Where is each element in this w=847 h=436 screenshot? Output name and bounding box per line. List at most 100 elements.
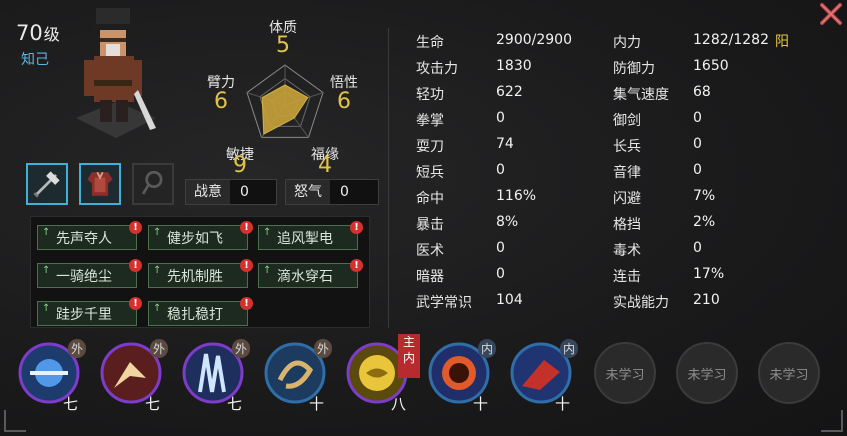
skill-level: 十 bbox=[472, 395, 488, 413]
attr-key: 音律 bbox=[613, 165, 641, 181]
attr-key: 连击 bbox=[613, 269, 641, 285]
relation-status: 知己 bbox=[21, 52, 49, 68]
accessory-icon bbox=[141, 170, 163, 195]
talent-item[interactable]: ↑ 一骑绝尘! bbox=[37, 259, 142, 288]
talent-item[interactable]: ↑ 追风掣电! bbox=[258, 221, 363, 250]
skill-type-tag: 外 bbox=[67, 339, 86, 358]
close-icon[interactable] bbox=[819, 2, 843, 26]
attr-value: 0 bbox=[496, 266, 505, 282]
accessory-slot[interactable] bbox=[132, 163, 174, 205]
alert-icon: ! bbox=[350, 221, 363, 234]
attr-key: 实战能力 bbox=[613, 295, 669, 311]
attr-key: 轻功 bbox=[416, 87, 444, 103]
attr-key: 拳掌 bbox=[416, 113, 444, 129]
arrow-up-icon: ↑ bbox=[42, 265, 51, 276]
skill-level: 七 bbox=[226, 395, 242, 413]
arrow-up-icon: ↑ bbox=[42, 227, 51, 238]
attr-value: 0 bbox=[693, 136, 702, 152]
character-portrait bbox=[76, 8, 156, 138]
skill-slot[interactable]: 主内 八 bbox=[346, 334, 420, 413]
attr-value: 116% bbox=[496, 188, 537, 204]
attr-key: 生命 bbox=[416, 35, 444, 51]
attr-key: 短兵 bbox=[416, 165, 444, 181]
attr-key: 医术 bbox=[416, 243, 444, 259]
nuqi-label: 怒气 bbox=[286, 180, 330, 204]
alert-icon: ! bbox=[129, 221, 142, 234]
attr-value: 7% bbox=[693, 188, 716, 204]
zhanyi-value: 0 bbox=[240, 184, 249, 200]
attr-key: 毒术 bbox=[613, 243, 641, 259]
attr-value: 104 bbox=[496, 292, 523, 308]
alert-icon: ! bbox=[129, 259, 142, 272]
alert-icon: ! bbox=[240, 221, 253, 234]
skill-slot[interactable]: 内 十 bbox=[428, 339, 496, 413]
attr-value: 1282/1282 bbox=[693, 32, 769, 48]
zhanyi-meter: 战意 0 bbox=[185, 179, 277, 205]
skill-type-tag: 外 bbox=[313, 339, 332, 358]
skill-level: 七 bbox=[62, 395, 78, 413]
attr-value: 74 bbox=[496, 136, 514, 152]
skill-slot[interactable]: 内 十 bbox=[510, 339, 578, 413]
arrow-up-icon: ↑ bbox=[263, 265, 272, 276]
skill-type-tag: 外 bbox=[149, 339, 168, 358]
arrow-up-icon: ↑ bbox=[153, 303, 162, 314]
attr-key: 御剑 bbox=[613, 113, 641, 129]
attr-key: 暗器 bbox=[416, 269, 444, 285]
attribute-radar-chart: 体质 5 悟性 6 福缘 4 敏捷 9 臂力 6 bbox=[190, 10, 380, 180]
attr-value: 0 bbox=[496, 240, 505, 256]
skill-level: 七 bbox=[144, 395, 160, 413]
attr-value: 210 bbox=[693, 292, 720, 308]
arrow-up-icon: ↑ bbox=[153, 227, 162, 238]
attr-key: 长兵 bbox=[613, 139, 641, 155]
attr-value: 17% bbox=[693, 266, 725, 282]
attr-value: 2% bbox=[693, 214, 716, 230]
skill-level: 八 bbox=[390, 395, 406, 413]
attr-value: 0 bbox=[693, 110, 702, 126]
talent-item[interactable]: ↑ 滴水穿石! bbox=[258, 259, 363, 288]
attr-key: 格挡 bbox=[613, 217, 641, 233]
skill-slot[interactable]: 外 十 bbox=[264, 339, 332, 413]
alert-icon: ! bbox=[240, 297, 253, 310]
locked-skill-slot[interactable]: 未学习 bbox=[594, 342, 656, 404]
alert-icon: ! bbox=[350, 259, 363, 272]
nuqi-meter: 怒气 0 bbox=[285, 179, 379, 205]
attr-value-wuxing: 6 bbox=[337, 89, 351, 114]
locked-skill-slot[interactable]: 未学习 bbox=[676, 342, 738, 404]
talent-item[interactable]: ↑ 健步如飞! bbox=[148, 221, 253, 250]
weapon-slot[interactable] bbox=[26, 163, 68, 205]
locked-skill-label: 未学习 bbox=[687, 368, 727, 383]
attr-key: 闪避 bbox=[613, 191, 641, 207]
axe-icon bbox=[33, 171, 60, 198]
arrow-up-icon: ↑ bbox=[263, 227, 272, 238]
arrow-up-icon: ↑ bbox=[153, 265, 162, 276]
talent-item[interactable]: ↑ 跬步千里! bbox=[37, 297, 142, 326]
attr-key: 防御力 bbox=[613, 61, 655, 77]
talent-item[interactable]: ↑ 先声夺人! bbox=[37, 221, 142, 250]
locked-skill-slot[interactable]: 未学习 bbox=[758, 342, 820, 404]
character-level: 70级 bbox=[16, 21, 60, 45]
attr-value: 8% bbox=[496, 214, 519, 230]
attr-value: 1830 bbox=[496, 58, 532, 74]
attr-value-fuyuan: 4 bbox=[318, 153, 332, 178]
attr-value: 0 bbox=[693, 162, 702, 178]
skill-slot[interactable]: 外 七 bbox=[182, 339, 250, 413]
skill-slot[interactable]: 外 七 bbox=[18, 339, 86, 413]
attr-key: 武学常识 bbox=[416, 295, 472, 311]
frame-corner-decor bbox=[4, 410, 26, 432]
talent-item[interactable]: ↑ 先机制胜! bbox=[148, 259, 253, 288]
armor-icon bbox=[87, 171, 113, 196]
attr-value: 622 bbox=[496, 84, 523, 100]
attr-value: 1650 bbox=[693, 58, 729, 74]
skill-level: 十 bbox=[308, 395, 324, 413]
attr-value: 0 bbox=[496, 110, 505, 126]
talent-item[interactable]: ↑ 稳扎稳打! bbox=[148, 297, 253, 326]
attr-value: 0 bbox=[496, 162, 505, 178]
attr-value-bili: 6 bbox=[214, 89, 228, 114]
skill-slot[interactable]: 外 七 bbox=[100, 339, 168, 413]
locked-skill-label: 未学习 bbox=[769, 368, 809, 383]
attr-value: 68 bbox=[693, 84, 711, 100]
alert-icon: ! bbox=[240, 259, 253, 272]
frame-corner-decor bbox=[821, 410, 843, 432]
armor-slot[interactable] bbox=[79, 163, 121, 205]
attr-value-tizhi: 5 bbox=[276, 33, 290, 58]
